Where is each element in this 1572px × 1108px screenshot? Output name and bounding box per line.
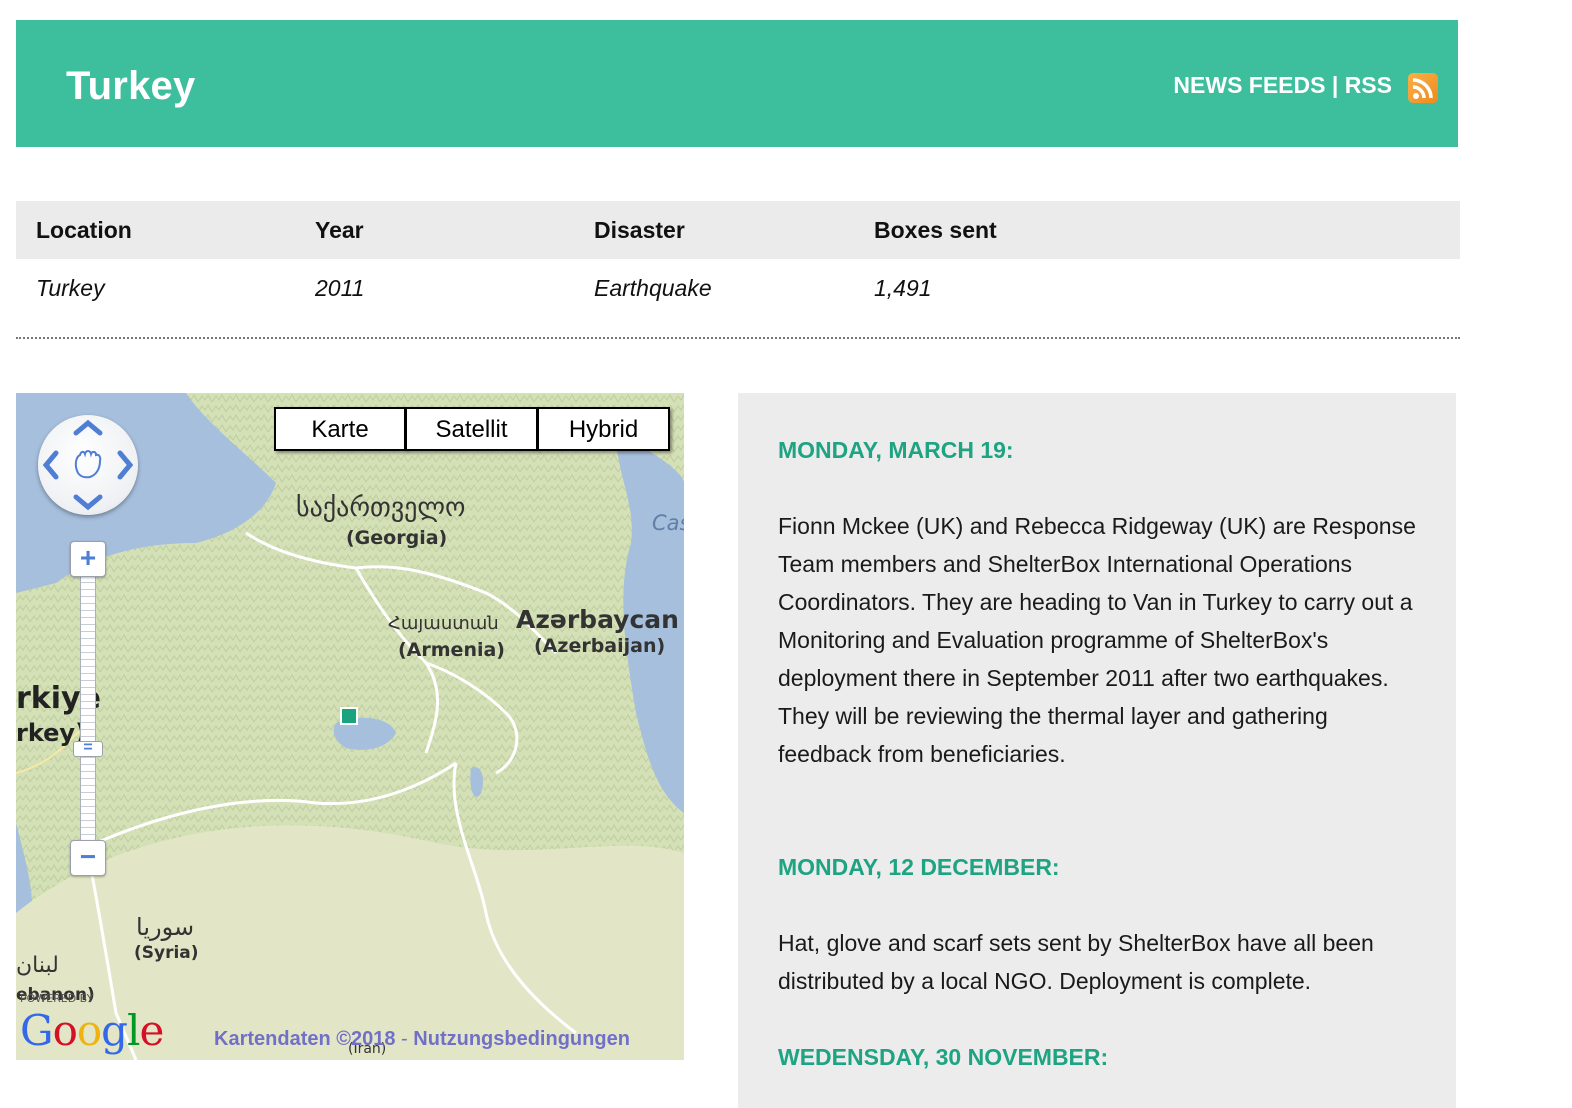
zoom-out-button[interactable]: − <box>70 840 106 876</box>
map-label-georgia: (Georgia) <box>346 527 448 549</box>
map-label-lebanon-native: لبنان <box>16 953 59 978</box>
terms-of-use-link[interactable]: Nutzungsbedingungen <box>413 1028 630 1050</box>
map-attribution: Kartendaten ©2018 - Nutzungsbedingungen <box>214 1028 630 1051</box>
pan-left-icon <box>42 450 59 480</box>
dotted-divider <box>16 337 1460 339</box>
news-text: Fionn Mckee (UK) and Rebecca Ridgeway (U… <box>778 513 1416 767</box>
column-header-boxes-sent: Boxes sent <box>874 217 997 243</box>
news-feeds-link[interactable]: NEWS FEEDS | RSS <box>1173 72 1392 99</box>
location-marker[interactable] <box>340 707 358 725</box>
google-logo[interactable]: Google <box>20 1006 164 1056</box>
cell-disaster: Earthquake <box>594 275 712 301</box>
map-label-armenia: (Armenia) <box>398 639 505 661</box>
column-header-location: Location <box>36 217 132 243</box>
table-row: Turkey 2011 Earthquake 1,491 <box>16 259 1460 317</box>
map-data-link[interactable]: Kartendaten ©2018 <box>214 1028 395 1050</box>
table-header: Location Year Disaster Boxes sent <box>16 201 1460 259</box>
map-label-syria: (Syria) <box>134 943 199 963</box>
page-title: Turkey <box>66 64 196 108</box>
map-label-azerbaijan: (Azerbaijan) <box>534 635 666 657</box>
news-date: MONDAY, 12 DECEMBER: <box>778 854 1060 880</box>
deployment-table: Location Year Disaster Boxes sent Turkey… <box>16 201 1460 317</box>
zoom-slider-track[interactable] <box>80 575 96 847</box>
pan-up-icon <box>73 419 103 436</box>
pan-down-icon <box>73 494 103 511</box>
powered-by-label: POWERED BY <box>20 992 94 1005</box>
news-panel: MONDAY, MARCH 19: Fionn Mckee (UK) and R… <box>738 393 1456 1108</box>
news-date: MONDAY, MARCH 19: <box>778 437 1014 463</box>
hand-icon <box>74 450 102 479</box>
cell-boxes-sent: 1,491 <box>874 275 932 301</box>
zoom-in-button[interactable]: + <box>70 541 106 577</box>
map-label-armenia-native: Հայաստան <box>388 613 499 634</box>
cell-location: Turkey <box>36 275 105 301</box>
cell-year: 2011 <box>315 275 365 301</box>
rss-icon[interactable] <box>1408 73 1438 103</box>
pan-control-icon <box>42 419 134 511</box>
map-type-satellit-button[interactable]: Satellit <box>405 407 538 451</box>
attribution-separator: - <box>401 1028 408 1050</box>
map-label-syria-native: سوريا <box>136 913 195 941</box>
page-header-banner: Turkey NEWS FEEDS | RSS <box>16 20 1458 147</box>
pan-control[interactable] <box>38 415 138 515</box>
zoom-slider-handle[interactable]: = <box>73 740 103 757</box>
map-label-georgia-native: საქართველო <box>296 493 466 523</box>
map-label-caspian: Cas <box>652 511 684 535</box>
map-type-karte-button[interactable]: Karte <box>274 407 406 451</box>
column-header-year: Year <box>315 217 364 243</box>
news-date: WEDENSDAY, 30 NOVEMBER: <box>778 1044 1109 1070</box>
map-label-azerbaijan-native: Azərbaycan <box>516 605 679 634</box>
news-text: Hat, glove and scarf sets sent by Shelte… <box>778 930 1374 994</box>
pan-right-icon <box>117 450 134 480</box>
map-type-hybrid-button[interactable]: Hybrid <box>537 407 670 451</box>
column-header-disaster: Disaster <box>594 217 685 243</box>
